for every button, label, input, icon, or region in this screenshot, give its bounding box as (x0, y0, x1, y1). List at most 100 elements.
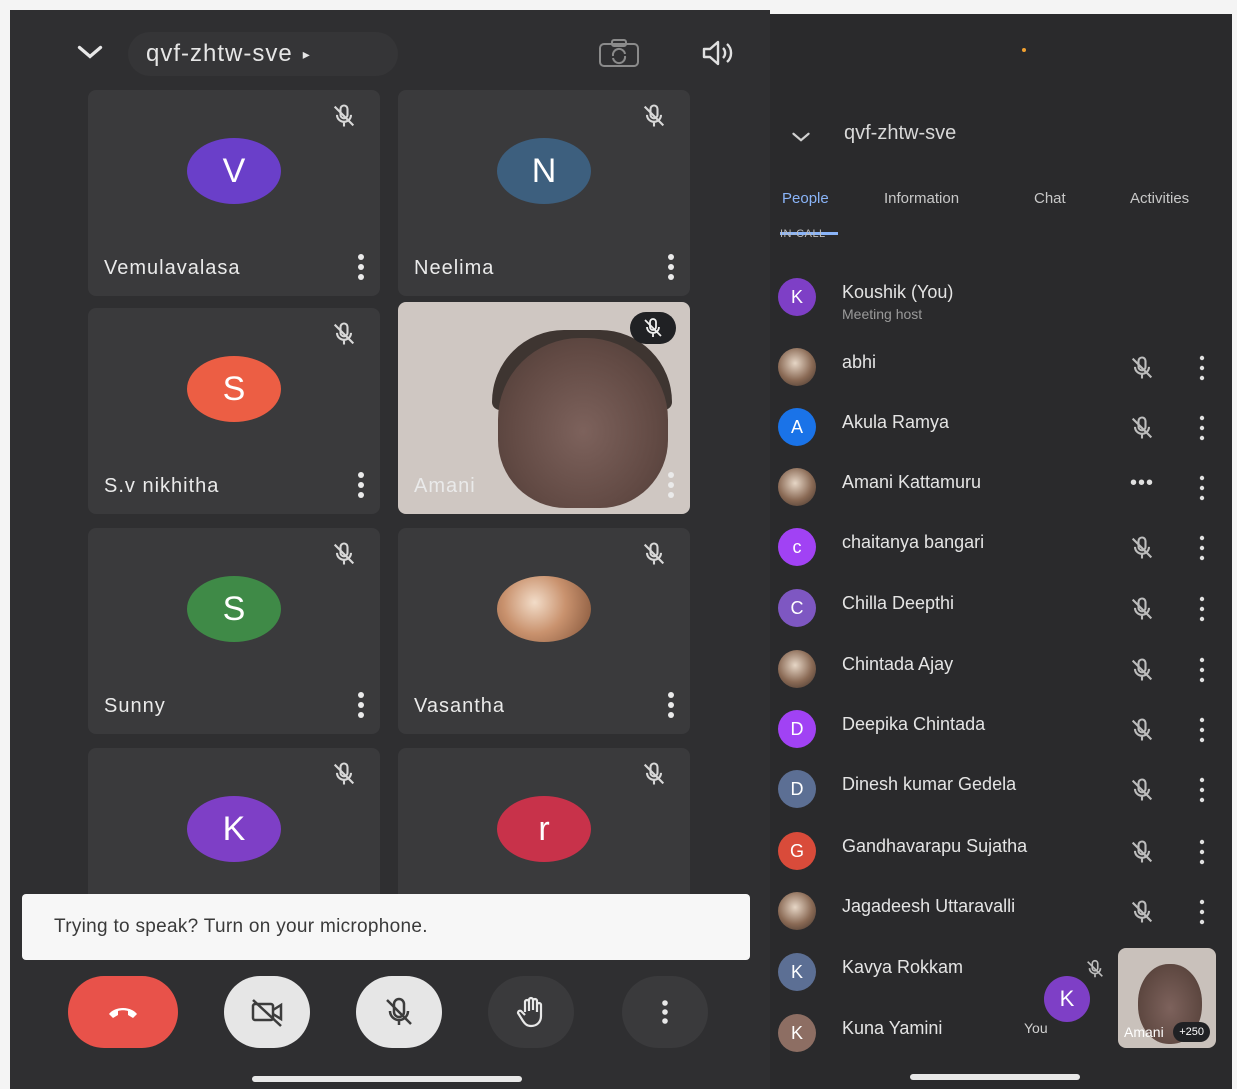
person-name: Akula Ramya (842, 412, 950, 432)
avatar: V (187, 138, 281, 204)
more-vert-icon[interactable] (666, 470, 676, 500)
participant-tile[interactable]: N Neelima (398, 90, 690, 296)
microphone-toggle-button[interactable] (356, 976, 442, 1048)
person-row[interactable]: Jagadeesh Uttaravalli (770, 882, 1232, 942)
person-row[interactable]: A Akula Ramya (770, 398, 1232, 458)
person-row[interactable]: Chintada Ajay (770, 640, 1232, 700)
more-vert-icon[interactable] (1198, 898, 1206, 926)
person-avatar: K (778, 1014, 816, 1052)
meeting-screen: qvf-zhtw-sve ▸ V Vemulavalasa N Neelima … (10, 10, 770, 1089)
person-row[interactable]: K Koushik (You) Meeting host (770, 268, 1232, 328)
person-name: Jagadeesh Uttaravalli (842, 896, 1016, 916)
section-label: IN-CALL (780, 228, 826, 240)
mic-off-icon (643, 542, 665, 565)
person-name: abhi (842, 352, 877, 372)
participant-tile[interactable]: S Sunny (88, 528, 380, 734)
mic-off-icon (1131, 900, 1153, 923)
participant-name: S.v nikhitha (104, 475, 220, 497)
camera-flip-icon[interactable] (598, 38, 640, 68)
person-avatar: G (778, 832, 816, 870)
participant-tile[interactable]: S S.v nikhitha (88, 308, 380, 514)
tab-information[interactable]: Information (884, 190, 959, 207)
meeting-code-pill[interactable]: qvf-zhtw-sve ▸ (128, 32, 398, 76)
person-row[interactable]: C Chilla Deepthi (770, 579, 1232, 639)
person-name: Chilla Deepthi (842, 593, 955, 613)
pinned-video-thumbnail[interactable]: Amani +250 (1118, 948, 1216, 1048)
participant-name: Sunny (104, 695, 166, 717)
mic-off-icon (1131, 416, 1153, 439)
person-row[interactable]: D Dinesh kumar Gedela (770, 760, 1232, 820)
person-name: Dinesh kumar Gedela (842, 774, 1017, 794)
mic-off-icon (333, 542, 355, 565)
thumbnail-name: Amani (1124, 1024, 1164, 1040)
mic-off-icon (1131, 536, 1153, 559)
more-options-button[interactable] (622, 976, 708, 1048)
more-vert-icon[interactable] (1198, 474, 1206, 502)
mic-off-icon (643, 104, 665, 127)
person-name: Chintada Ajay (842, 654, 954, 674)
more-vert-icon[interactable] (1198, 838, 1206, 866)
more-vert-icon[interactable] (356, 252, 366, 282)
tab-people[interactable]: People (782, 190, 829, 207)
panel-tabs: People Information Chat Activities (770, 190, 1232, 218)
avatar: N (497, 138, 591, 204)
more-vert-icon[interactable] (356, 470, 366, 500)
more-vert-icon[interactable] (1198, 354, 1206, 382)
person-name: Amani Kattamuru (842, 472, 982, 492)
person-photo (778, 348, 816, 386)
meeting-code: qvf-zhtw-sve (146, 40, 293, 67)
person-name: Koushik (You) (842, 282, 954, 302)
person-row[interactable]: G Gandhavarapu Sujatha (770, 822, 1232, 882)
self-label: You (1024, 1020, 1048, 1036)
self-avatar[interactable]: K (1044, 976, 1090, 1022)
profile-photo (497, 576, 591, 642)
more-vert-icon[interactable] (666, 252, 676, 282)
participant-name: Vasantha (414, 695, 506, 717)
person-avatar: K (778, 278, 816, 316)
more-vert-icon[interactable] (1198, 595, 1206, 623)
arrow-right-icon: ▸ (302, 45, 311, 62)
participant-tile[interactable]: Vasantha (398, 528, 690, 734)
mic-off-icon (1131, 597, 1153, 620)
mic-off-icon (333, 322, 355, 345)
mic-off-icon (1131, 356, 1153, 379)
home-indicator[interactable] (910, 1074, 1080, 1080)
tab-chat[interactable]: Chat (1034, 190, 1066, 207)
more-vert-icon[interactable] (1198, 534, 1206, 562)
more-vert-icon[interactable] (1198, 414, 1206, 442)
more-vert-icon[interactable] (1198, 716, 1206, 744)
person-photo (778, 892, 816, 930)
person-row[interactable]: Amani Kattamuru ••• (770, 458, 1232, 518)
person-row[interactable]: c chaitanya bangari (770, 518, 1232, 578)
phone-hangup-icon (109, 1008, 137, 1018)
avatar: S (187, 576, 281, 642)
more-vert-icon[interactable] (666, 690, 676, 720)
person-name: Kavya Rokkam (842, 957, 964, 977)
chevron-down-icon[interactable] (72, 34, 108, 70)
mic-off-icon (630, 312, 676, 344)
participant-video-tile[interactable]: Amani (398, 302, 690, 514)
home-indicator[interactable] (252, 1076, 522, 1082)
person-row[interactable]: abhi (770, 338, 1232, 398)
mic-off-icon (386, 997, 412, 1025)
raise-hand-button[interactable] (488, 976, 574, 1048)
camera-toggle-button[interactable] (224, 976, 310, 1048)
speaker-icon[interactable] (700, 38, 736, 68)
person-row[interactable]: D Deepika Chintada (770, 700, 1232, 760)
more-vert-icon[interactable] (1198, 656, 1206, 684)
mic-off-icon (333, 762, 355, 785)
microphone-toast: Trying to speak? Turn on your microphone… (22, 894, 750, 960)
end-call-button[interactable] (68, 976, 178, 1048)
participant-tile[interactable]: V Vemulavalasa (88, 90, 380, 296)
person-name: Gandhavarapu Sujatha (842, 836, 1028, 856)
chevron-down-icon[interactable] (788, 124, 814, 150)
more-vert-icon[interactable] (1198, 776, 1206, 804)
more-vert-icon[interactable] (356, 690, 366, 720)
thumbnail-count-badge: +250 (1173, 1022, 1210, 1042)
tab-activities[interactable]: Activities (1130, 190, 1189, 207)
person-photo (778, 468, 816, 506)
mic-off-icon (1131, 718, 1153, 741)
person-name: Deepika Chintada (842, 714, 986, 734)
meeting-top-bar: qvf-zhtw-sve ▸ (10, 10, 770, 90)
more-vert-icon (662, 1000, 668, 1024)
